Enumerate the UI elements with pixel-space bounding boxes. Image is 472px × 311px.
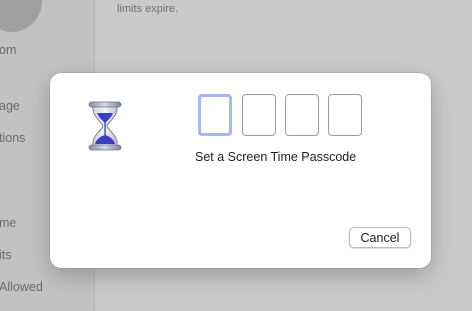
passcode-digit-4[interactable]	[328, 94, 362, 136]
description-text: limits expire.	[117, 3, 179, 15]
sidebar-item[interactable]: age	[0, 99, 20, 113]
sidebar-item[interactable]: tions	[0, 131, 25, 145]
passcode-dialog: Set a Screen Time Passcode Cancel	[50, 73, 431, 268]
hourglass-icon	[86, 100, 124, 152]
passcode-digit-1[interactable]	[198, 94, 232, 136]
sidebar-item[interactable]: me	[0, 216, 16, 230]
cancel-button[interactable]: Cancel	[349, 227, 411, 248]
sidebar-item[interactable]: its	[0, 248, 12, 262]
passcode-digit-2[interactable]	[242, 94, 276, 136]
passcode-prompt: Set a Screen Time Passcode	[195, 150, 357, 164]
sidebar-item[interactable]: Allowed	[0, 280, 43, 294]
passcode-digit-3[interactable]	[285, 94, 319, 136]
sidebar-item[interactable]: om	[0, 43, 16, 57]
avatar	[0, 0, 42, 32]
